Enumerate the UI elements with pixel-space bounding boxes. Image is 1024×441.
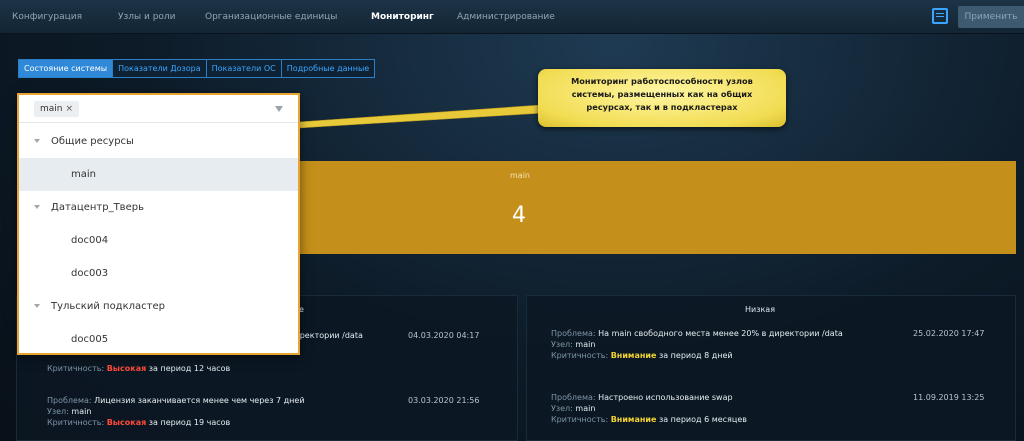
option-label: doc005 [71, 334, 109, 345]
problem-label: Проблема: [47, 396, 92, 405]
criticality-label: Критичность: [551, 351, 609, 360]
group-label: Общие ресурсы [51, 136, 134, 147]
issue-item[interactable]: Проблема: Настроено использование swap 1… [551, 392, 1011, 425]
collapse-arrow-icon[interactable] [34, 304, 40, 308]
node-label: Узел: [47, 407, 69, 416]
tab-configuration[interactable]: Конфигурация [12, 0, 82, 34]
node-card-label: main [510, 171, 530, 180]
node-label: Узел: [551, 404, 573, 413]
option-doc005[interactable]: doc005 [19, 323, 298, 356]
option-doc004[interactable]: doc004 [19, 224, 298, 257]
subtab-detailed-data[interactable]: Подробные данные [280, 59, 376, 78]
close-icon[interactable]: × [66, 104, 74, 114]
issues-panel-low: Низкая Проблема: На main свободного мест… [526, 295, 1016, 441]
chevron-down-icon[interactable] [275, 106, 283, 112]
option-label: doc003 [71, 268, 109, 279]
annotation-callout: Мониторинг работоспособности узлов систе… [538, 69, 786, 127]
criticality-value: Внимание [610, 351, 657, 360]
criticality-label: Критичность: [47, 418, 105, 427]
option-doc003[interactable]: doc003 [19, 257, 298, 290]
panel-header-low: Низкая [745, 305, 776, 314]
issue-problem: Лицензия заканчивается менее чем через 7… [94, 396, 305, 405]
subtab-bar: Состояние системы Показатели Дозора Пока… [18, 59, 376, 78]
node-status-card[interactable]: main 4 [300, 161, 1016, 254]
tab-org-units[interactable]: Организационные единицы [205, 0, 337, 34]
issue-date: 25.02.2020 17:47 [913, 329, 985, 338]
option-label: doc004 [71, 235, 109, 246]
issue-item[interactable]: директории /data 04.03.2020 04:17 [289, 330, 514, 341]
subtab-os-metrics[interactable]: Показатели ОС [205, 59, 282, 78]
node-select-input[interactable]: main × [19, 95, 298, 123]
issue-date: 03.03.2020 21:56 [408, 396, 480, 405]
node-card-count: 4 [512, 203, 526, 228]
issue-period: за период 19 часов [148, 418, 231, 427]
option-main[interactable]: main [19, 158, 298, 191]
group-label: Тульский подкластер [51, 301, 165, 312]
node-select-dropdown[interactable]: main × Общие ресурсы main Датацентр_Тверь… [17, 93, 300, 355]
collapse-arrow-icon[interactable] [34, 139, 40, 143]
callout-line-3: ресурсах, так и в подкластерах [586, 102, 738, 112]
issue-date: 11.09.2019 13:25 [913, 393, 985, 402]
issue-period: за период 6 месяцев [658, 415, 747, 424]
issue-problem: На main свободного места менее 20% в дир… [598, 329, 843, 338]
subtab-system-state[interactable]: Состояние системы [18, 59, 114, 78]
issue-period: за период 12 часов [148, 364, 231, 373]
selected-node-chip[interactable]: main × [34, 101, 80, 117]
criticality-label: Критичность: [551, 415, 609, 424]
group-label: Датацентр_Тверь [51, 202, 144, 213]
callout-line-2: системы, размещенных как на общих [571, 89, 753, 99]
criticality-value: Высокая [106, 364, 147, 373]
node-label: Узел: [551, 340, 573, 349]
issue-criticality: Критичность: Высокая за период 12 часов [47, 363, 230, 374]
problem-label: Проблема: [551, 329, 596, 338]
issue-problem: директории /data [289, 331, 363, 340]
tab-monitoring[interactable]: Мониторинг [371, 0, 434, 34]
issue-item[interactable]: Проблема: Лицензия заканчивается менее ч… [47, 395, 509, 428]
option-label: main [71, 169, 96, 180]
group-general-resources[interactable]: Общие ресурсы [19, 125, 298, 158]
problem-label: Проблема: [551, 393, 596, 402]
message-square-icon[interactable] [932, 8, 948, 24]
issue-period: за период 8 дней [658, 351, 733, 360]
criticality-value: Внимание [610, 415, 657, 424]
tab-administration[interactable]: Администрирование [457, 0, 555, 34]
callout-line-1: Мониторинг работоспособности узлов [571, 76, 753, 86]
issue-node: main [71, 407, 92, 416]
issue-date: 04.03.2020 04:17 [408, 331, 480, 340]
top-navigation: Конфигурация Узлы и роли Организационные… [0, 0, 1024, 34]
tab-nodes-roles[interactable]: Узлы и роли [118, 0, 176, 34]
issue-node: main [575, 340, 596, 349]
collapse-arrow-icon[interactable] [34, 205, 40, 209]
group-datacenter-tver[interactable]: Датацентр_Тверь [19, 191, 298, 224]
chip-label: main [40, 104, 63, 114]
criticality-label: Критичность: [47, 364, 105, 373]
group-tula-subcluster[interactable]: Тульский подкластер [19, 290, 298, 323]
criticality-value: Высокая [106, 418, 147, 427]
issue-item[interactable]: Проблема: На main свободного места менее… [551, 328, 1011, 361]
apply-button[interactable]: Применить [958, 6, 1024, 28]
issue-problem: Настроено использование swap [598, 393, 733, 402]
subtab-dozor-metrics[interactable]: Показатели Дозора [112, 59, 207, 78]
issue-node: main [575, 404, 596, 413]
